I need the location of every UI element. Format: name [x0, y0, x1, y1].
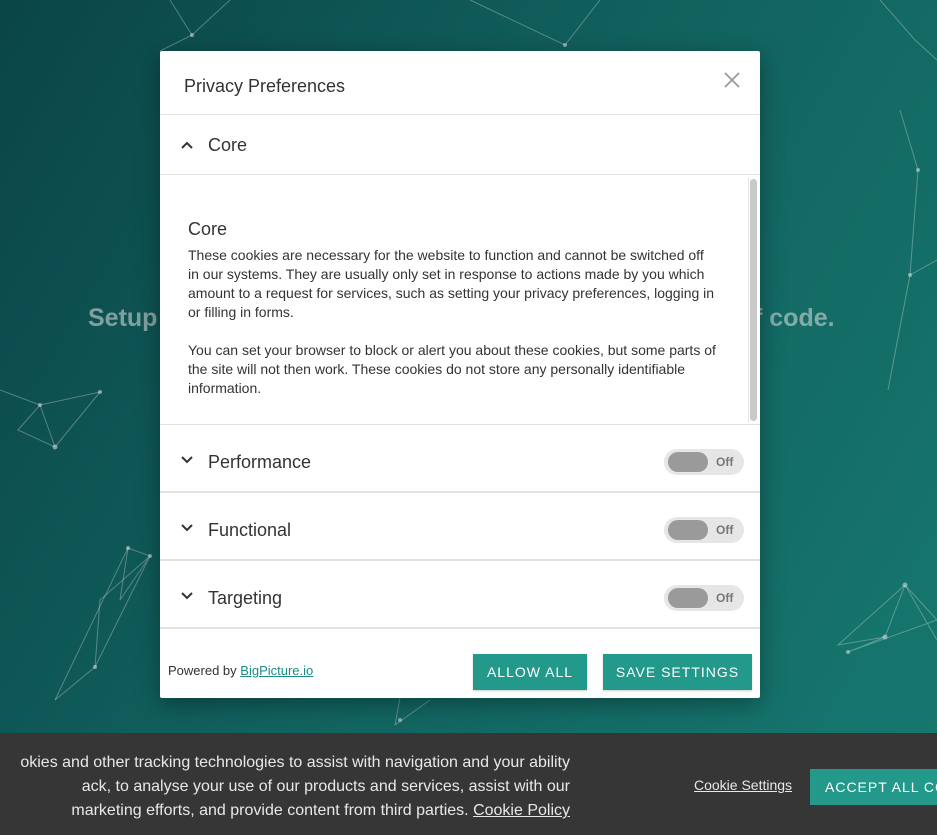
bigpicture-link[interactable]: BigPicture.io: [240, 663, 313, 678]
accordion-label-core: Core: [208, 135, 248, 155]
functional-toggle[interactable]: Off: [664, 517, 744, 543]
modal-title: Privacy Preferences: [184, 76, 346, 96]
chevron-down-icon: [181, 456, 193, 464]
cookie-settings-link[interactable]: Cookie Settings: [694, 777, 792, 793]
cookie-banner-text: okies and other tracking technologies to…: [0, 751, 570, 823]
accordion-label-targeting: Targeting: [208, 588, 283, 608]
cookie-text-line-3: marketing efforts, and provide content f…: [0, 799, 570, 823]
accordion-label-functional: Functional: [208, 520, 292, 540]
cookie-text-line-2: ack, to analyse your use of our products…: [81, 778, 570, 795]
accordion-label-performance: Performance: [208, 452, 312, 472]
toggle-knob: [668, 520, 708, 540]
allow-all-button[interactable]: ALLOW ALL: [473, 654, 587, 690]
powered-by-label: Powered by: [168, 663, 237, 678]
privacy-preferences-modal: Privacy Preferences Core Core These cook…: [160, 51, 760, 698]
accordion-header-core[interactable]: Core: [160, 115, 760, 175]
cookie-text-line-3-text: marketing efforts, and provide content f…: [71, 802, 469, 819]
cookie-banner: okies and other tracking technologies to…: [0, 733, 937, 835]
toggle-state-label: Off: [716, 523, 734, 537]
save-settings-button[interactable]: SAVE SETTINGS: [603, 654, 752, 690]
accordion-header-functional[interactable]: Functional Off: [160, 493, 760, 561]
chevron-up-icon: [181, 141, 193, 149]
chevron-down-icon: [181, 592, 193, 600]
toggle-knob: [668, 588, 708, 608]
scrollbar-thumb[interactable]: [750, 179, 757, 421]
chevron-down-icon: [181, 524, 193, 532]
core-heading: Core: [188, 219, 228, 239]
close-icon[interactable]: [720, 68, 744, 92]
modal-footer: Powered by BigPicture.io ALLOW ALL SAVE …: [160, 629, 760, 697]
accordion-header-performance[interactable]: Performance Off: [160, 425, 760, 493]
performance-toggle[interactable]: Off: [664, 449, 744, 475]
toggle-state-label: Off: [716, 591, 734, 605]
toggle-knob: [668, 452, 708, 472]
targeting-toggle[interactable]: Off: [664, 585, 744, 611]
accept-all-cookies-button[interactable]: ACCEPT ALL CO: [810, 769, 937, 805]
core-paragraph-1: These cookies are necessary for the webs…: [188, 247, 715, 320]
core-paragraph-2: You can set your browser to block or ale…: [188, 342, 716, 396]
accordion-header-targeting[interactable]: Targeting Off: [160, 561, 760, 629]
modal-header: Privacy Preferences: [160, 51, 760, 115]
core-description-content: Core These cookies are necessary for the…: [188, 219, 716, 417]
core-description-panel: Core These cookies are necessary for the…: [160, 175, 760, 425]
powered-by: Powered by BigPicture.io: [168, 663, 313, 678]
cookie-policy-link[interactable]: Cookie Policy: [473, 802, 570, 819]
cookie-text-line-1: okies and other tracking technologies to…: [20, 754, 570, 771]
toggle-state-label: Off: [716, 455, 734, 469]
